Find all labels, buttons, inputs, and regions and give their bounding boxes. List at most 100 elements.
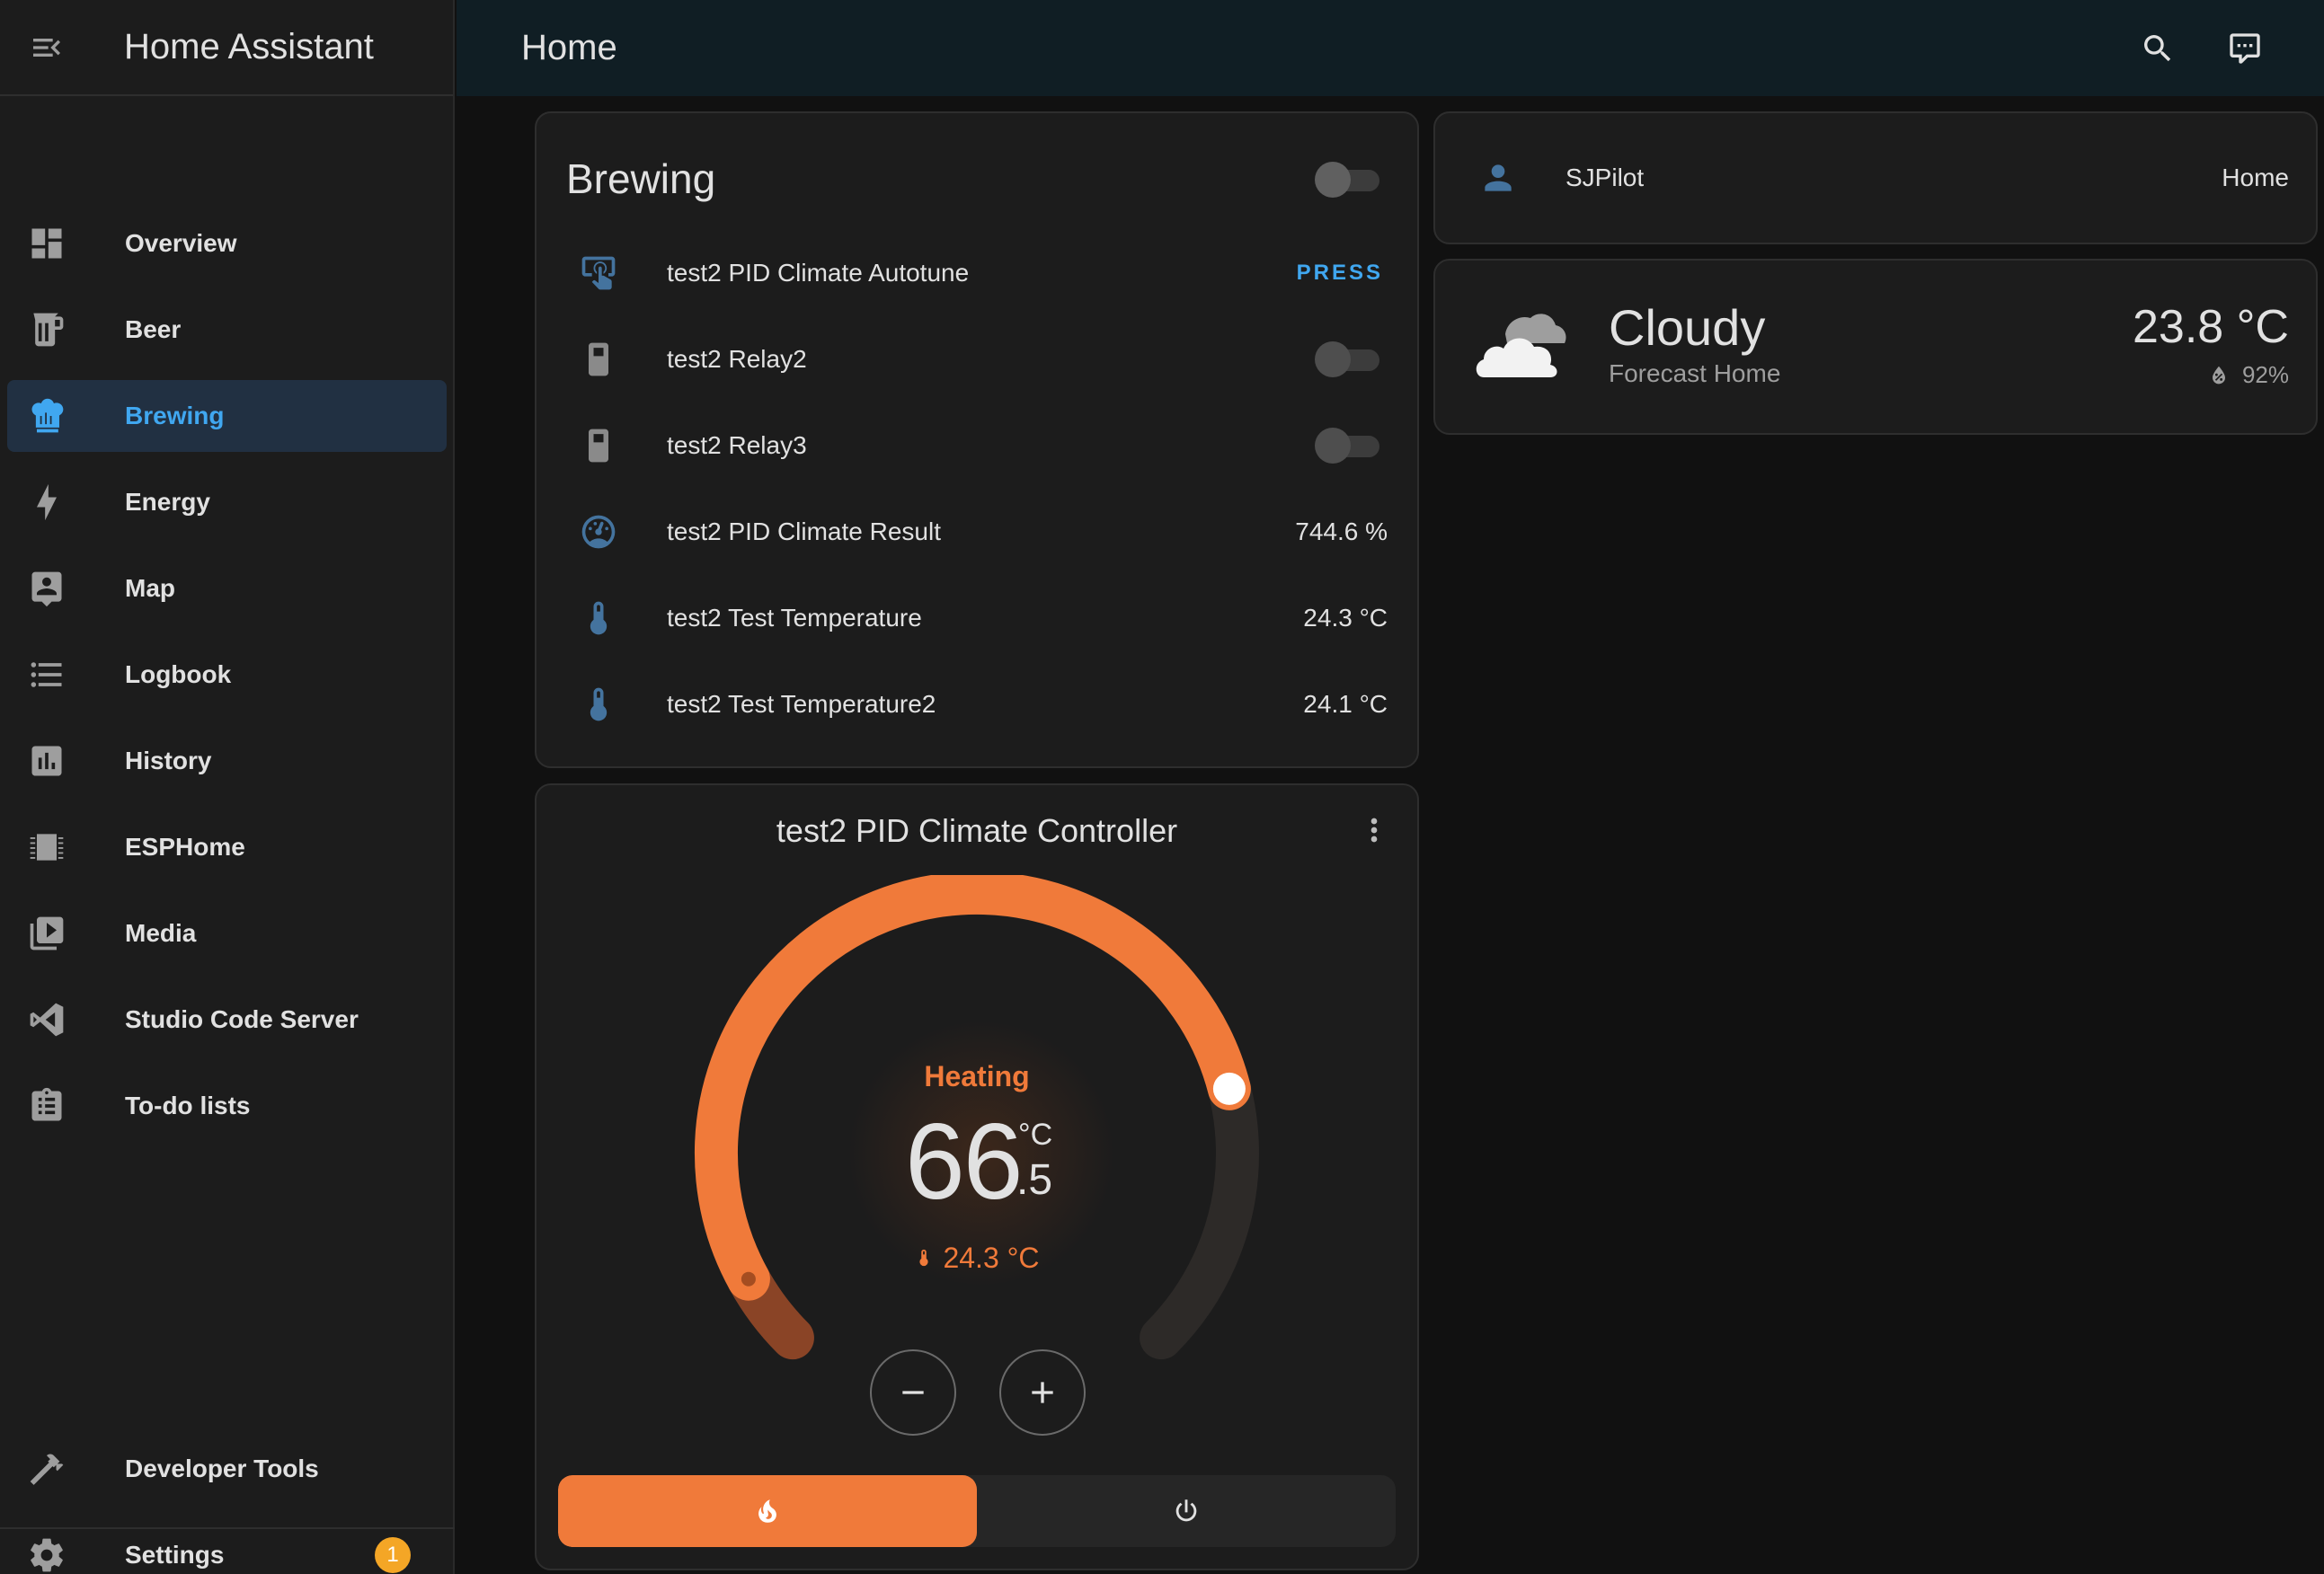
search-button[interactable]	[2129, 20, 2187, 77]
sidebar-divider	[0, 1527, 455, 1529]
minus-icon	[902, 1391, 924, 1394]
mode-heat-button[interactable]	[558, 1475, 977, 1547]
play-box-multiple-icon	[27, 914, 67, 953]
sidebar-item-label: Brewing	[125, 402, 225, 429]
entity-name: test2 Test Temperature	[667, 604, 922, 632]
sidebar-item-label: Settings	[125, 1541, 225, 1569]
sidebar-item-map[interactable]: Map	[7, 553, 447, 624]
current-temperature: 24.3 °C	[537, 1242, 1417, 1275]
vscode-icon	[27, 1000, 67, 1039]
hvac-action-label: Heating	[924, 1060, 1030, 1092]
sidebar-item-energy[interactable]: Energy	[7, 466, 447, 538]
toggle-thumb	[1315, 341, 1351, 377]
search-icon	[2144, 35, 2171, 62]
more-info-button[interactable]	[1356, 809, 1392, 852]
cog-icon	[27, 1535, 67, 1574]
water-percent-icon	[2212, 366, 2225, 384]
sidebar-item-label: To-do lists	[125, 1092, 251, 1119]
entity-row-relay2: test2 Relay2	[537, 316, 1417, 402]
sidebar-item-brewing[interactable]: Brewing	[7, 380, 447, 452]
sidebar-item-media[interactable]: Media	[7, 898, 447, 969]
hammer-icon	[27, 1449, 67, 1489]
target-temperature-decimal: .5	[1016, 1156, 1053, 1204]
clipboard-list-icon	[27, 1086, 67, 1126]
weather-humidity-value: 92%	[2241, 361, 2289, 388]
sidebar-item-label: Developer Tools	[125, 1455, 319, 1482]
weather-entity-name: Forecast Home	[1609, 359, 1781, 387]
cloudy-icon	[1471, 298, 1570, 397]
brewing-entities-card: Brewing test2 PID Climate Autotune PRESS…	[535, 111, 1419, 768]
fire-icon	[758, 1499, 776, 1523]
weather-humidity: 92%	[2206, 361, 2289, 389]
format-list-bulleted-icon	[27, 655, 67, 694]
top-app-bar: Home	[457, 0, 2324, 96]
entity-row-pid-result[interactable]: test2 PID Climate Result 744.6 %	[537, 489, 1417, 575]
plus-icon	[1032, 1382, 1053, 1403]
thermometer-icon	[577, 683, 620, 726]
relay-switch-icon	[577, 424, 620, 467]
card-title[interactable]: test2 PID Climate Controller	[537, 812, 1417, 850]
power-icon	[1175, 1499, 1197, 1522]
increase-temperature-button[interactable]	[999, 1349, 1086, 1436]
sidebar-item-label: Media	[125, 919, 197, 947]
notification-badge: 1	[375, 1537, 411, 1573]
app-title: Home Assistant	[124, 27, 374, 66]
entity-state: 24.3 °C	[1303, 604, 1388, 632]
gauge-icon	[577, 510, 620, 553]
weather-forecast-card[interactable]: Cloudy Forecast Home 23.8 °C 92%	[1433, 259, 2318, 435]
brewing-header-toggle[interactable]	[1315, 162, 1381, 198]
entity-state: 744.6 %	[1295, 517, 1388, 545]
sidebar-item-label: Energy	[125, 488, 210, 516]
sidebar-item-developer-tools[interactable]: Developer Tools	[7, 1433, 447, 1505]
entity-name: test2 Relay2	[667, 345, 807, 373]
thermometer-icon	[577, 597, 620, 640]
hvac-mode-bar	[558, 1475, 1396, 1547]
relay2-toggle[interactable]	[1315, 341, 1381, 377]
sidebar-item-label: Map	[125, 574, 175, 602]
current-temperature-value: 24.3 °C	[943, 1242, 1040, 1274]
person-entity-card[interactable]: SJPilot Home	[1433, 111, 2318, 244]
target-temperature-integer: 66	[905, 1101, 1023, 1222]
sidebar-item-esphome[interactable]: ESPHome	[7, 811, 447, 883]
sidebar-item-label: Studio Code Server	[125, 1005, 359, 1033]
thermometer-icon	[919, 1249, 929, 1267]
sidebar-item-label: History	[125, 747, 212, 774]
sidebar-item-label: Overview	[125, 229, 237, 257]
entity-row-test-temperature[interactable]: test2 Test Temperature 24.3 °C	[537, 575, 1417, 661]
entity-row-autotune[interactable]: test2 PID Climate Autotune PRESS	[537, 230, 1417, 316]
lightning-bolt-icon	[27, 482, 67, 522]
entity-row-relay3: test2 Relay3	[537, 402, 1417, 489]
entity-row-test-temperature2[interactable]: test2 Test Temperature2 24.1 °C	[537, 661, 1417, 747]
sidebar-item-studio-code-server[interactable]: Studio Code Server	[7, 984, 447, 1056]
weather-temperature: 23.8 °C	[2132, 301, 2289, 353]
sidebar-item-logbook[interactable]: Logbook	[7, 639, 447, 711]
menu-toggle-icon[interactable]	[20, 21, 74, 75]
chip-icon	[27, 827, 67, 867]
target-temperature-unit: °C	[1018, 1118, 1053, 1152]
mode-off-button[interactable]	[977, 1475, 1396, 1547]
entity-name: test2 Test Temperature2	[667, 690, 936, 718]
sidebar-header: Home Assistant	[0, 0, 453, 96]
sidebar-item-history[interactable]: History	[7, 725, 447, 797]
sidebar-item-beer[interactable]: Beer	[7, 294, 447, 366]
entity-name: test2 PID Climate Autotune	[667, 259, 970, 287]
view-dashboard-icon	[27, 224, 67, 263]
sidebar-item-overview[interactable]: Overview	[7, 208, 447, 279]
assist-button[interactable]	[2216, 20, 2274, 77]
press-button[interactable]: PRESS	[1297, 261, 1383, 286]
entity-name: test2 PID Climate Result	[667, 517, 941, 545]
chef-hat-icon	[27, 396, 67, 436]
page-title: Home	[521, 28, 617, 67]
sidebar: Home Assistant Overview Beer Brewing Ene…	[0, 0, 455, 1574]
entity-state: 24.1 °C	[1303, 690, 1388, 718]
toggle-thumb	[1315, 162, 1351, 198]
decrease-temperature-button[interactable]	[870, 1349, 956, 1436]
sidebar-item-label: Logbook	[125, 660, 232, 688]
chart-box-icon	[27, 741, 67, 781]
gesture-tap-button-icon	[577, 252, 620, 295]
relay3-toggle[interactable]	[1315, 428, 1381, 464]
beer-mug-icon	[27, 310, 67, 349]
sidebar-item-todo-lists[interactable]: To-do lists	[7, 1070, 447, 1142]
comment-processing-icon	[2230, 33, 2260, 64]
sidebar-item-label: Beer	[125, 315, 182, 343]
